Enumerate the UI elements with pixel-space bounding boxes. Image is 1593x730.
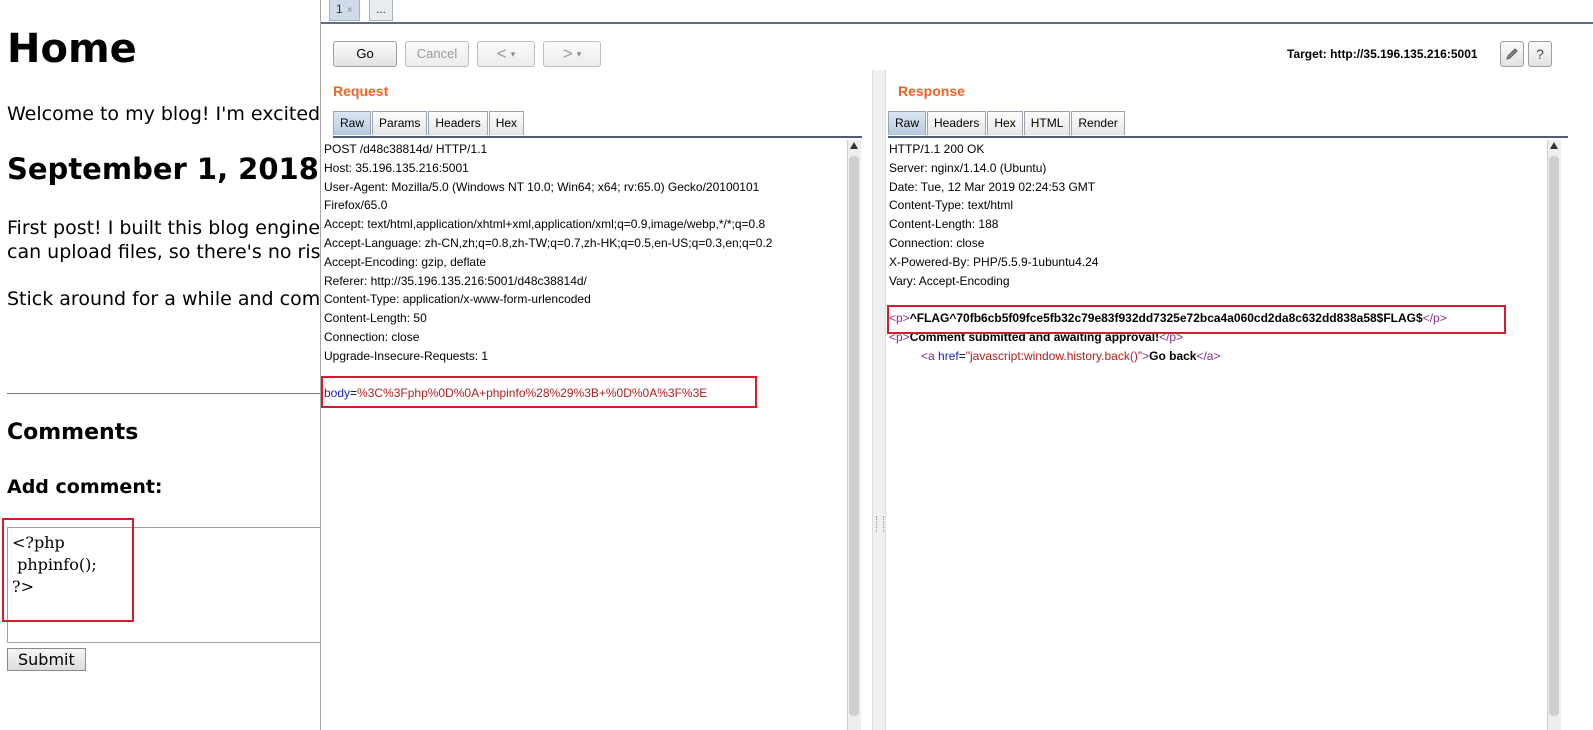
response-line: Date: Tue, 12 Mar 2019 02:24:53 GMT [889,179,1096,194]
a-open-tag: <a [921,348,935,363]
scroll-up-icon[interactable] [1550,142,1558,149]
request-line: Content-Length: 50 [324,311,427,326]
chevron-right-icon: > [562,44,573,63]
close-icon[interactable]: × [347,5,353,16]
tab-html[interactable]: HTML [1023,111,1071,135]
response-line: Content-Type: text/html [889,198,1014,213]
response-editor[interactable]: HTTP/1.1 200 OK Server: nginx/1.14.0 (Ub… [889,140,1547,730]
go-back-text: Go back [1149,348,1197,363]
response-line: Connection: close [889,235,985,250]
request-view-tabs: Raw Params Headers Hex [333,111,862,138]
repeater-tab-1[interactable]: 1 × [329,0,360,21]
tab-render[interactable]: Render [1071,111,1125,135]
help-button[interactable]: ? [1528,41,1552,67]
go-back-line: <a href="javascript:window.history.back(… [889,347,1547,366]
tab-hex[interactable]: Hex [987,111,1023,135]
post-heading: September 1, 2018 -- [7,152,354,186]
request-editor[interactable]: POST /d48c38814d/ HTTP/1.1 Host: 35.196.… [324,140,847,730]
pencil-icon [1506,48,1518,60]
request-line: Connection: close [324,329,420,344]
request-line: Accept-Language: zh-CN,zh;q=0.8,zh-TW;q=… [324,235,773,250]
chevron-left-icon: < [496,44,507,63]
tab-headers[interactable]: Headers [927,111,987,135]
back-button[interactable]: < ▾ [477,41,535,67]
dropdown-icon: ▾ [576,49,582,59]
intro-text: Welcome to my blog! I'm excited [7,103,321,125]
response-line: Server: nginx/1.14.0 (Ubuntu) [889,160,1047,175]
request-scrollbar[interactable] [847,140,861,730]
request-line: Upgrade-Insecure-Requests: 1 [324,348,489,363]
tab-raw[interactable]: Raw [888,111,927,135]
scroll-thumb[interactable] [849,156,859,716]
edit-target-button[interactable] [1500,41,1524,67]
scroll-up-icon[interactable] [850,142,858,149]
submit-button[interactable]: Submit [7,648,86,671]
response-line: X-Powered-By: PHP/5.5.9-1ubuntu4.24 [889,254,1099,269]
divider [7,393,327,394]
response-line: HTTP/1.1 200 OK [889,142,985,156]
page-title: Home [7,26,137,72]
post-text-line2: can upload files, so there's no risk [7,241,332,263]
add-comment-heading: Add comment: [7,476,163,498]
request-line: Accept-Encoding: gzip, deflate [324,254,487,269]
response-title: Response [898,83,965,99]
response-scrollbar[interactable] [1547,140,1561,730]
request-line: POST /d48c38814d/ HTTP/1.1 [324,142,488,156]
request-title: Request [333,83,389,99]
href-equals: = [958,348,966,363]
repeater-tab-more[interactable]: ... [369,0,394,21]
highlight-box [2,518,134,622]
tab-hex[interactable]: Hex [488,111,525,135]
flag-highlight [887,305,1506,334]
href-attr: href [938,348,959,363]
a-close-tag: </a> [1196,348,1221,363]
request-line: Host: 35.196.135.216:5001 [324,160,469,175]
cancel-button[interactable]: Cancel [405,41,469,67]
dropdown-icon: ▾ [510,49,516,59]
response-line: Vary: Accept-Encoding [889,273,1010,288]
request-line: Firefox/65.0 [324,198,388,213]
comments-heading: Comments [7,420,139,445]
split-divider[interactable] [872,70,886,730]
request-line: Accept: text/html,application/xhtml+xml,… [324,217,766,232]
response-line: Content-Length: 188 [889,217,999,232]
post-text-line3: Stick around for a while and comm [7,288,339,310]
go-button[interactable]: Go [333,41,397,67]
repeater-tabstrip: 1 × ... [321,0,1593,24]
target-label: Target: http://35.196.135.216:5001 [1287,47,1478,61]
href-value: "javascript:window.history.back()" [965,348,1143,363]
tab-raw[interactable]: Raw [333,111,372,135]
grip-handle[interactable] [876,516,884,532]
body-highlight [321,376,757,408]
tab-label: 1 [336,2,343,16]
scroll-thumb[interactable] [1549,156,1559,716]
request-line: Content-Type: application/x-www-form-url… [324,292,591,307]
response-view-tabs: Raw Headers Hex HTML Render [888,111,1568,138]
request-line: User-Agent: Mozilla/5.0 (Windows NT 10.0… [324,179,760,194]
tab-headers[interactable]: Headers [428,111,488,135]
repeater-window: 1 × ... Go Cancel < ▾ > ▾ Target: http://35… [320,0,1593,730]
request-line: Referer: http://35.196.135.216:5001/d48c… [324,273,587,288]
forward-button[interactable]: > ▾ [543,41,601,67]
post-text-line1: First post! I built this blog engine [7,217,321,239]
tab-params[interactable]: Params [372,111,428,135]
